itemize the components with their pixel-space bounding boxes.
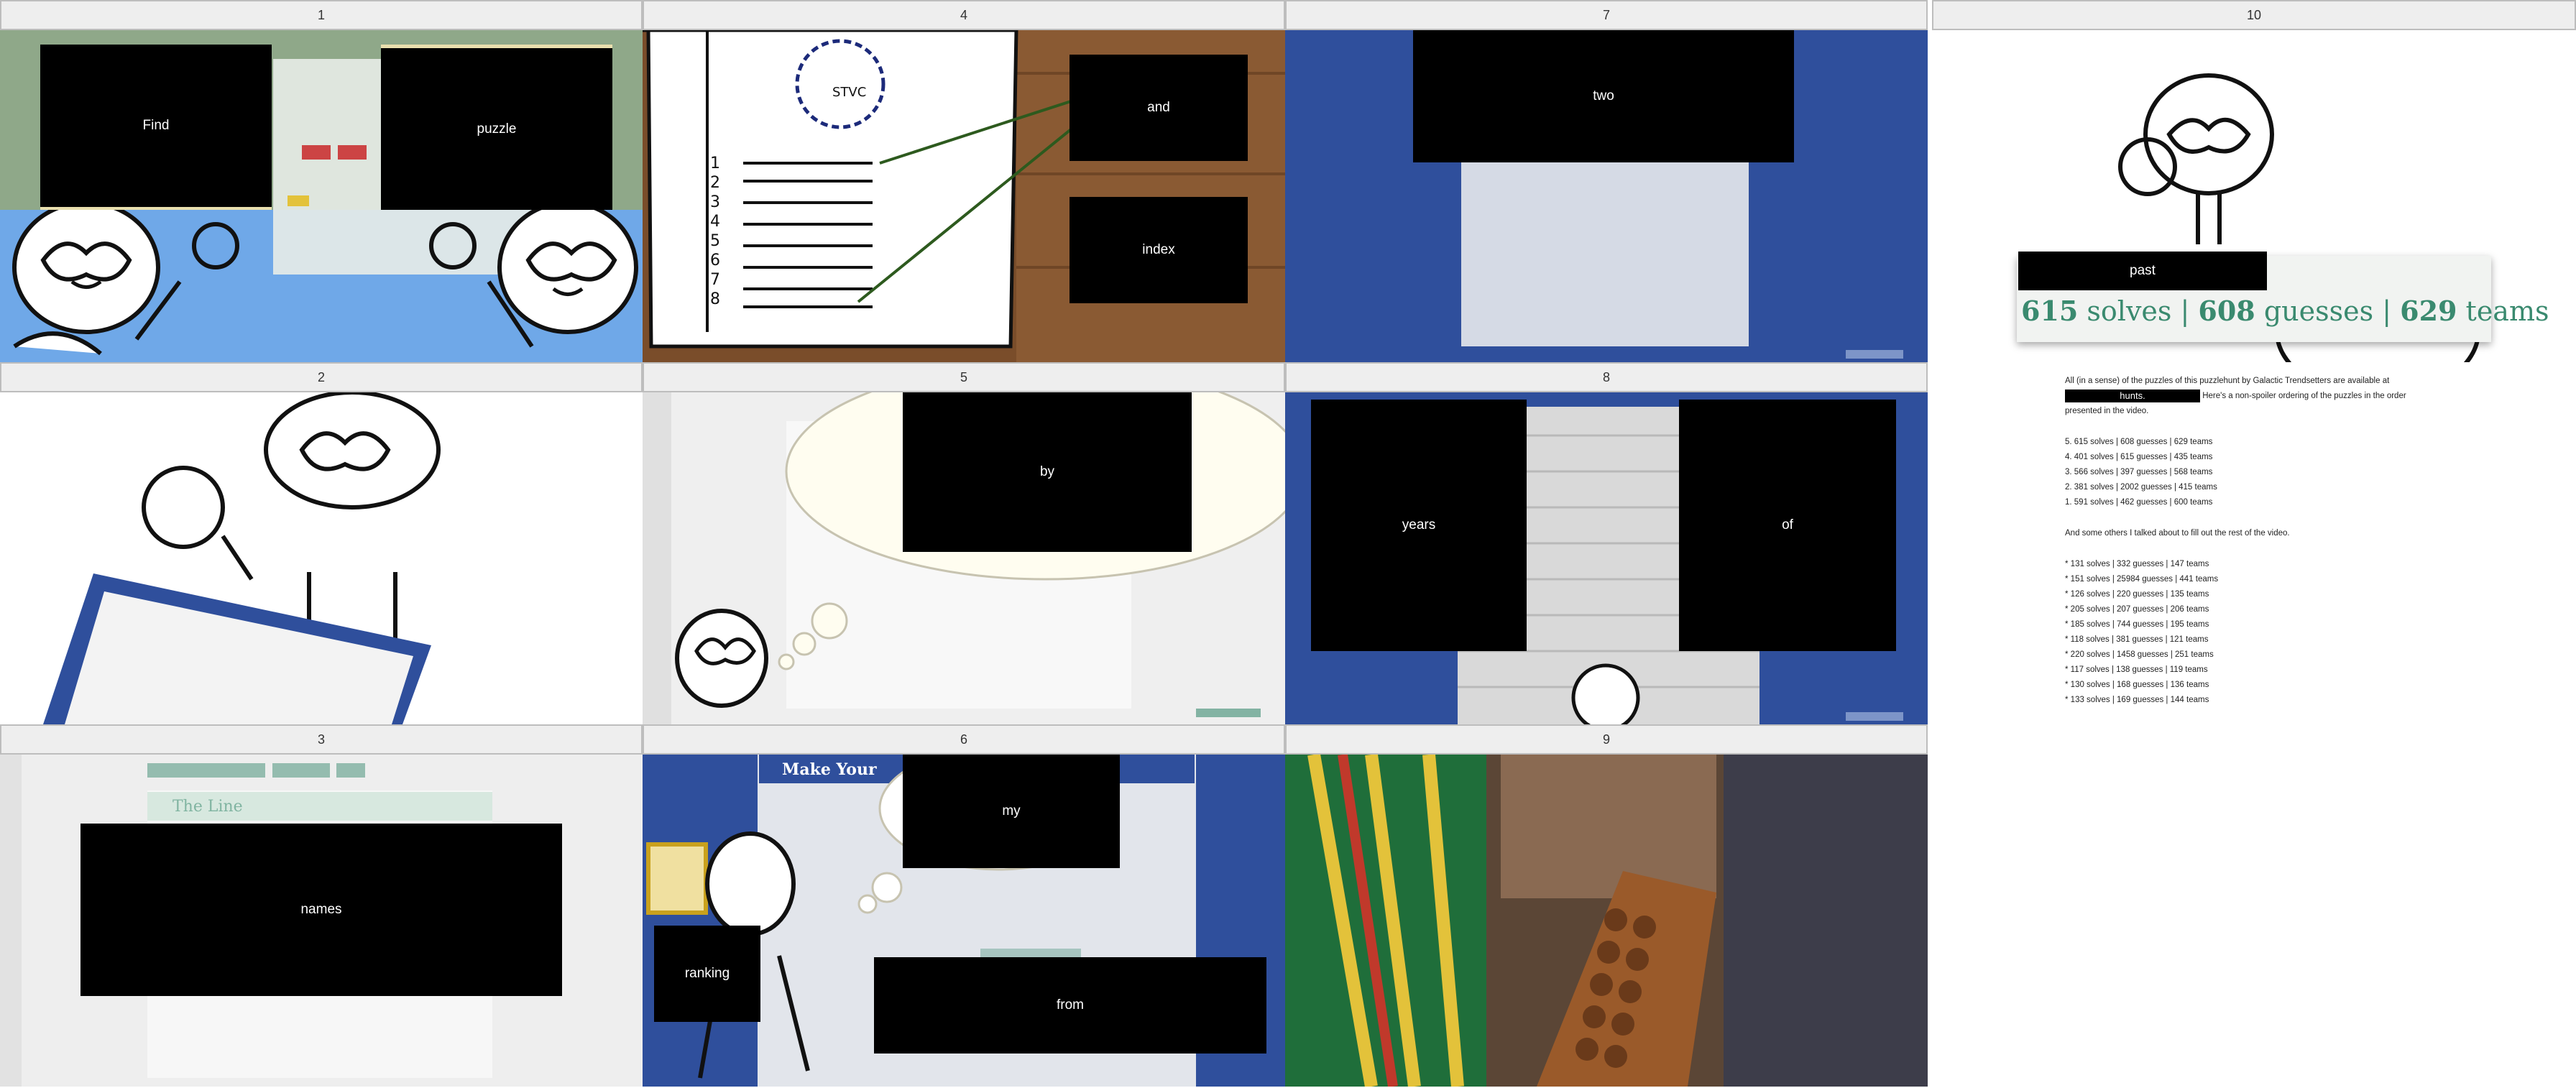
intro-line: presented in the video. — [2065, 407, 2149, 415]
redaction-box: of — [1679, 400, 1896, 651]
panel-9: 9 — [1285, 724, 1928, 1087]
panel-number: 7 — [1285, 0, 1928, 30]
redaction-box: from — [874, 957, 1266, 1054]
redaction-box: years — [1311, 400, 1527, 651]
list-item: * 133 solves | 169 guesses | 144 teams — [2065, 696, 2209, 704]
panel-10: 10 past 615 solves | 608 guesses | 629 t… — [1932, 0, 2576, 1088]
list-item: * 220 solves | 1458 guesses | 251 teams — [2065, 650, 2214, 659]
redaction-box: by — [903, 392, 1192, 552]
panel-5: 5 by — [643, 362, 1285, 724]
redaction-box: Find — [40, 45, 272, 210]
intro-line: hunts. Here's a non-spoiler ordering of … — [2065, 389, 2482, 404]
panel-6: 6 Make Your my ranking from — [643, 724, 1285, 1087]
panel-3: 3 The Line names — [0, 724, 643, 1087]
stats-line: 615 solves | 608 guesses | 629 teams — [2021, 295, 2549, 327]
panel-number: 8 — [1285, 362, 1928, 392]
list-item: * 205 solves | 207 guesses | 206 teams — [2065, 605, 2209, 614]
panel-2-scene — [0, 392, 643, 724]
panel-number: 4 — [643, 0, 1285, 30]
redaction-box: past — [2018, 252, 2267, 290]
panel-2: 2 — [0, 362, 643, 724]
list-item: 3. 566 solves | 397 guesses | 568 teams — [2065, 468, 2213, 476]
list-item: 4. 401 solves | 615 guesses | 435 teams — [2065, 453, 2213, 461]
redaction-box: and — [1070, 55, 1248, 161]
redaction-box: ranking — [654, 926, 760, 1022]
redaction-box: index — [1070, 197, 1248, 303]
video-storyboard: 1 Find puzzle 4 STVC 1 2 3 4 5 6 7 8 and… — [0, 0, 2576, 1088]
others-heading: And some others I talked about to fill o… — [2065, 529, 2290, 538]
list-numbers: 12345678 — [710, 155, 720, 308]
panel-8: 8 years of — [1285, 362, 1928, 724]
page-heading: Make Your — [782, 760, 877, 779]
panel-number: 10 — [1932, 0, 2576, 30]
list-item: 1. 591 solves | 462 guesses | 600 teams — [2065, 498, 2213, 507]
panel-7: 7 two — [1285, 0, 1928, 362]
list-item: * 118 solves | 381 guesses | 121 teams — [2065, 635, 2209, 644]
redaction-box: my — [903, 755, 1120, 868]
sketch-label: STVC — [832, 85, 867, 100]
panel-number: 6 — [643, 724, 1285, 755]
list-item: 2. 381 solves | 2002 guesses | 415 teams — [2065, 483, 2217, 492]
panel-number: 5 — [643, 362, 1285, 392]
list-item: * 131 solves | 332 guesses | 147 teams — [2065, 560, 2209, 568]
list-item: * 151 solves | 25984 guesses | 441 teams — [2065, 575, 2219, 584]
panel-number: 3 — [0, 724, 643, 755]
panel-1: 1 Find puzzle — [0, 0, 643, 362]
list-item: * 185 solves | 744 guesses | 195 teams — [2065, 620, 2209, 629]
redaction-box: puzzle — [381, 45, 612, 210]
panel-number: 1 — [0, 0, 643, 30]
panel-number: 9 — [1285, 724, 1928, 755]
list-item: 5. 615 solves | 608 guesses | 629 teams — [2065, 438, 2213, 446]
panel-number: 2 — [0, 362, 643, 392]
intro-line: All (in a sense) of the puzzles of this … — [2065, 377, 2390, 385]
list-item: * 126 solves | 220 guesses | 135 teams — [2065, 590, 2209, 599]
redaction-box: names — [80, 824, 562, 996]
page-heading: The Line — [172, 798, 243, 816]
redaction-box: hunts. — [2065, 389, 2200, 402]
panel-4: 4 STVC 12345678 and index — [643, 0, 1285, 362]
list-item: * 117 solves | 138 guesses | 119 teams — [2065, 665, 2208, 674]
description-text: All (in a sense) of the puzzles of this … — [2065, 374, 2482, 708]
list-item: * 130 solves | 168 guesses | 136 teams — [2065, 681, 2209, 689]
redaction-box: two — [1413, 30, 1794, 162]
panel-9-photo — [1285, 755, 1928, 1087]
